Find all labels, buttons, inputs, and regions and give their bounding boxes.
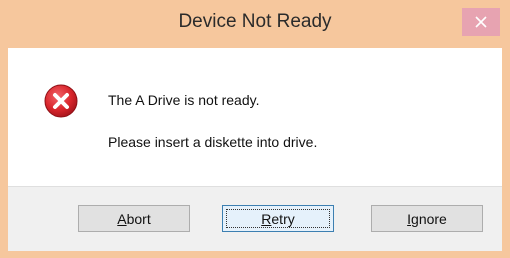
message-line-1: The A Drive is not ready. <box>108 92 260 108</box>
abort-mnemonic: A <box>117 210 127 227</box>
close-button[interactable] <box>462 8 500 36</box>
abort-button[interactable]: Abort <box>78 205 190 232</box>
retry-mnemonic: R <box>261 210 272 227</box>
window-title: Device Not Ready <box>178 11 332 32</box>
ignore-label-rest: gnore <box>411 210 447 227</box>
retry-label-rest: etry <box>271 210 295 227</box>
title-bar[interactable]: Device Not Ready <box>0 0 510 48</box>
retry-button-label: Retry <box>261 211 294 227</box>
ignore-button-label: Ignore <box>407 211 447 227</box>
close-icon <box>475 16 487 28</box>
dialog-window: Device Not Ready The A Drive is not read… <box>0 0 510 258</box>
retry-button[interactable]: Retry <box>222 205 334 232</box>
ignore-button[interactable]: Ignore <box>371 205 483 232</box>
abort-label-rest: bort <box>126 210 151 227</box>
abort-button-label: Abort <box>117 211 150 227</box>
message-line-2: Please insert a diskette into drive. <box>108 134 318 150</box>
error-icon <box>44 84 78 118</box>
